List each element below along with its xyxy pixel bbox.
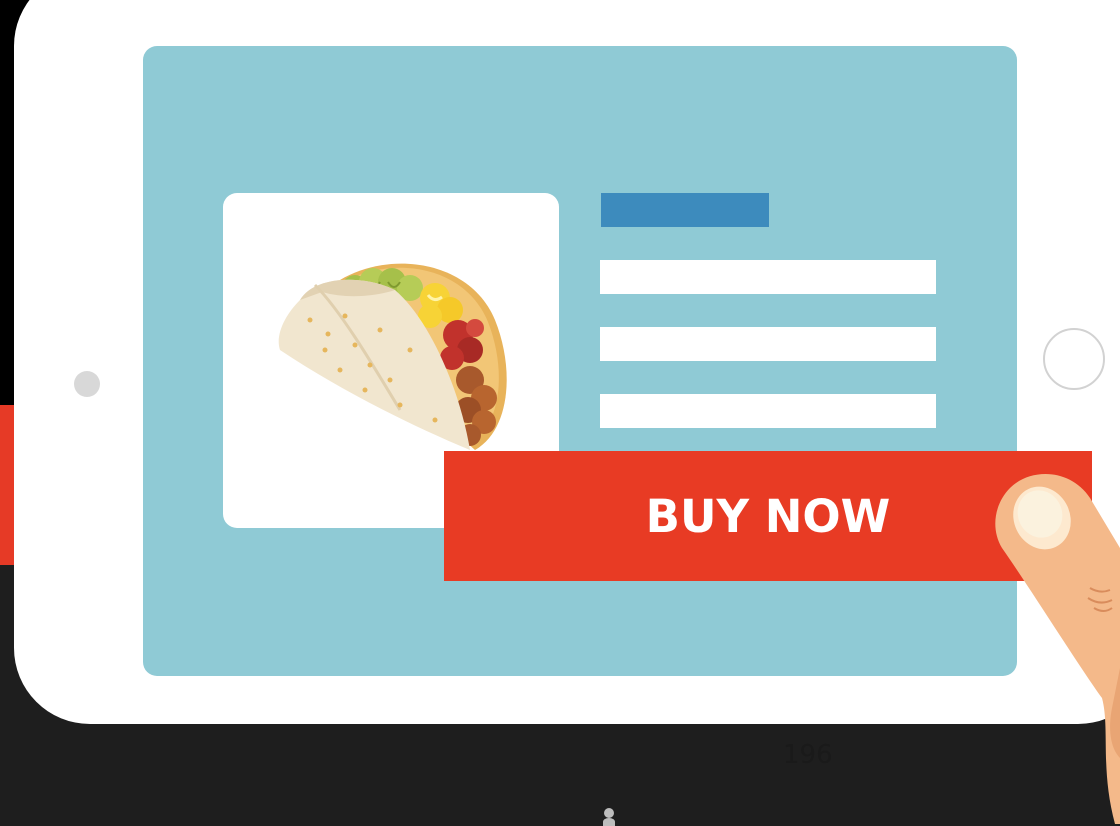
taco-icon	[278, 263, 507, 450]
pointing-finger-icon	[995, 474, 1120, 824]
product-description-line	[600, 327, 936, 361]
decorative-dot	[603, 818, 615, 826]
page-number: 196	[783, 740, 833, 770]
camera-dot	[74, 371, 100, 397]
product-title-bar	[601, 193, 769, 227]
product-description-line	[600, 260, 936, 294]
product-description-line	[600, 394, 936, 428]
buy-now-label: BUY NOW	[645, 489, 891, 543]
decorative-dot	[604, 808, 614, 818]
home-button[interactable]	[1043, 328, 1105, 390]
